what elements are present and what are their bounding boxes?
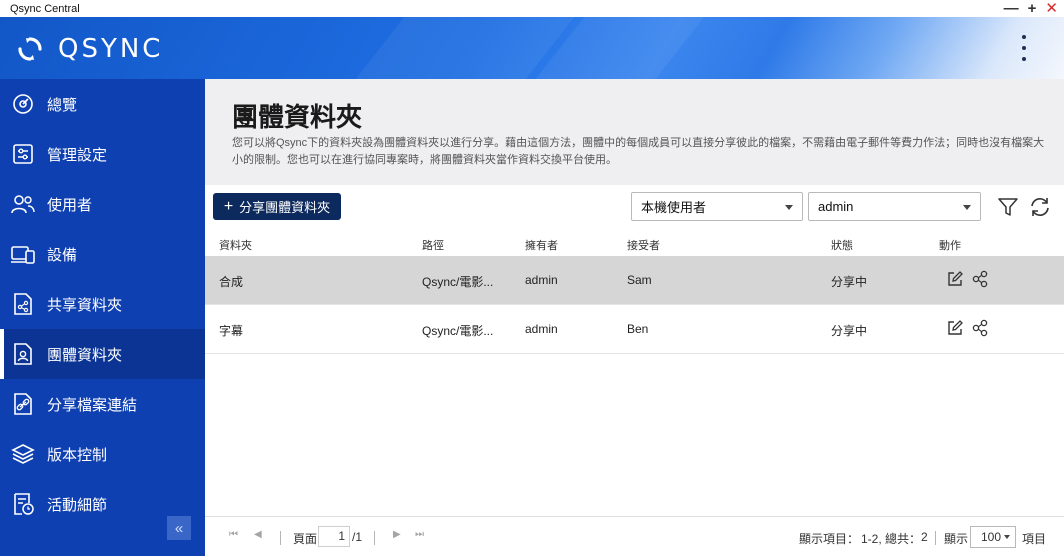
share-team-folder-button[interactable]: + 分享團體資料夾 <box>213 193 341 220</box>
sidebar-item-label: 總覽 <box>47 96 78 114</box>
maximize-button[interactable]: + <box>1028 1 1037 16</box>
sidebar-item-overview[interactable]: 總覽 <box>0 79 205 129</box>
app-header: QSYNC <box>0 17 1064 79</box>
column-header-path[interactable]: 路徑 <box>422 237 444 253</box>
display-items-label: 顯示項目： <box>799 532 860 546</box>
minimize-button[interactable]: — <box>1004 1 1019 16</box>
column-header-recipient[interactable]: 接受者 <box>627 237 660 253</box>
settings-sliders-icon <box>11 142 35 166</box>
sidebar-item-label: 共享資料夾 <box>47 296 123 314</box>
qsync-logo: QSYNC <box>16 34 163 64</box>
items-per-page-value: 100 <box>981 530 1002 544</box>
sidebar-item-shared-folder[interactable]: 共享資料夾 <box>0 279 205 329</box>
window-controls: — + ✕ <box>1004 0 1058 17</box>
user-select[interactable]: admin <box>808 192 981 221</box>
chevron-down-icon <box>963 205 971 210</box>
sidebar-item-users[interactable]: 使用者 <box>0 179 205 229</box>
first-page-button[interactable]: ⏮ <box>229 529 238 540</box>
total-count: 2 <box>921 530 928 544</box>
folder-recipient: Sam <box>627 273 652 287</box>
sidebar: 總覽 管理設定 使用者 設備 共享資料夾 團體資料夾 分享檔案連結 版本控制 活… <box>0 79 205 556</box>
filter-icon[interactable] <box>996 195 1020 219</box>
folder-name: 字幕 <box>219 324 244 338</box>
show-label: 顯示 <box>944 532 969 546</box>
page-description: 您可以將Qsync下的資料夾設為團體資料夾以進行分享。藉由這個方法，團體中的每個… <box>232 137 1045 166</box>
folder-name: 合成 <box>219 275 244 289</box>
display-range: 1-2, 總共： <box>861 532 922 546</box>
user-source-select[interactable]: 本機使用者 <box>631 192 803 221</box>
sidebar-item-version-control[interactable]: 版本控制 <box>0 429 205 479</box>
page-title: 團體資料夾 <box>232 102 363 132</box>
team-folder-icon <box>11 342 35 366</box>
share-link-icon <box>11 392 35 416</box>
sidebar-item-share-link[interactable]: 分享檔案連結 <box>0 379 205 429</box>
more-menu-icon[interactable] <box>1014 35 1034 61</box>
refresh-icon[interactable] <box>1028 195 1052 219</box>
column-header-status[interactable]: 狀態 <box>831 237 853 253</box>
column-header-owner[interactable]: 擁有者 <box>525 237 558 253</box>
folder-owner: admin <box>525 273 558 287</box>
sidebar-item-label: 管理設定 <box>47 146 108 164</box>
shared-folder-icon <box>11 292 35 316</box>
folder-owner: admin <box>525 322 558 336</box>
sidebar-item-devices[interactable]: 設備 <box>0 229 205 279</box>
divider <box>374 531 375 545</box>
user-source-value: 本機使用者 <box>641 200 707 215</box>
chevron-down-icon <box>1004 535 1010 539</box>
brand-name: QSYNC <box>58 34 164 64</box>
page-total: /1 <box>352 530 363 544</box>
pagination-bar: ⏮ ◀ 頁面 1 /1 ▶ ⏭ 顯示項目： 1-2, 總共： 2 顯示 100 … <box>205 516 1064 556</box>
folder-path: Qsync/電影... <box>422 275 494 289</box>
column-header-folder[interactable]: 資料夾 <box>219 237 252 253</box>
folder-recipient: Ben <box>627 322 649 336</box>
share-icon[interactable] <box>970 318 990 338</box>
sidebar-item-label: 設備 <box>47 246 78 264</box>
overview-icon <box>11 92 35 116</box>
main-content: 團體資料夾 您可以將Qsync下的資料夾設為團體資料夾以進行分享。藉由這個方法，… <box>205 79 1064 556</box>
divider <box>280 531 281 545</box>
devices-icon <box>11 242 35 266</box>
table-row[interactable]: 合成 Qsync/電影... admin Sam 分享中 <box>205 256 1064 305</box>
items-per-page-select[interactable]: 100 <box>970 526 1016 548</box>
table-row[interactable]: 字幕 Qsync/電影... admin Ben 分享中 <box>205 305 1064 354</box>
folder-status: 分享中 <box>831 324 868 338</box>
window-titlebar: Qsync Central — + ✕ <box>0 0 1064 17</box>
next-page-button[interactable]: ▶ <box>393 529 401 540</box>
sidebar-item-team-folder[interactable]: 團體資料夾 <box>0 329 205 379</box>
column-header-action: 動作 <box>939 240 961 252</box>
page-header: 團體資料夾 您可以將Qsync下的資料夾設為團體資料夾以進行分享。藉由這個方法，… <box>205 79 1064 185</box>
divider <box>935 531 936 545</box>
sidebar-item-label: 活動細節 <box>47 496 108 514</box>
sidebar-item-label: 版本控制 <box>47 446 108 464</box>
sidebar-item-label: 分享檔案連結 <box>47 396 138 414</box>
folder-path: Qsync/電影... <box>422 324 494 338</box>
folder-status: 分享中 <box>831 275 868 289</box>
users-icon <box>11 192 35 216</box>
page-number-input[interactable]: 1 <box>318 526 350 547</box>
page-label: 頁面 <box>293 532 318 546</box>
edit-icon[interactable] <box>945 269 965 289</box>
prev-page-button[interactable]: ◀ <box>254 529 262 540</box>
activity-log-icon <box>11 492 35 516</box>
sidebar-item-settings[interactable]: 管理設定 <box>0 129 205 179</box>
sync-logo-icon <box>18 37 42 61</box>
items-label: 項目 <box>1022 532 1047 546</box>
sidebar-item-label: 團體資料夾 <box>47 346 123 364</box>
chevron-down-icon <box>785 205 793 210</box>
last-page-button[interactable]: ⏭ <box>415 529 424 540</box>
close-button[interactable]: ✕ <box>1045 1 1058 16</box>
sidebar-item-label: 使用者 <box>47 196 93 214</box>
layers-icon <box>11 442 35 466</box>
edit-icon[interactable] <box>945 318 965 338</box>
collapse-sidebar-button[interactable]: « <box>167 516 191 540</box>
share-icon[interactable] <box>970 269 990 289</box>
user-select-value: admin <box>818 199 854 214</box>
share-team-folder-label: 分享團體資料夾 <box>239 200 331 215</box>
plus-icon: + <box>223 197 234 215</box>
window-title: Qsync Central <box>10 2 80 15</box>
